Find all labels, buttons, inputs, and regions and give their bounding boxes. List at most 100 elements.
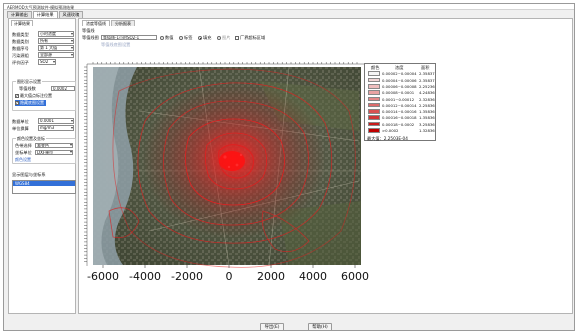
radio-label[interactable]: 标签	[179, 35, 192, 41]
legend-row: 0.00002~0.00004 2.35837	[367, 71, 435, 76]
legend-range: 0.0001~0.00012	[382, 96, 415, 102]
x-tick-label: -2000	[171, 270, 203, 283]
checkbox-box	[235, 36, 239, 40]
legend-row: 0.0001~0.00012 2.32836	[367, 96, 435, 102]
contour-count-input[interactable]: 0.0002	[51, 85, 75, 91]
tab-contour[interactable]: 浓度等值线	[82, 20, 110, 26]
unit-convert-select[interactable]: mg/m3	[38, 125, 74, 131]
boundary-checkbox[interactable]: 厂界超标区域	[235, 35, 265, 41]
export-button[interactable]: 导出(E)	[260, 323, 284, 331]
left-ticks	[84, 66, 87, 262]
layer-listbox[interactable]: WGS84	[12, 180, 76, 194]
legend-range: 0.00002~0.00004	[382, 71, 417, 77]
contour-map[interactable]: -6000 -4000 -2000 0 2000 4000 6000	[79, 61, 379, 311]
contour-settings-group: 图形显示设置 等值线数 0.0002 最大值点标注位置 隐藏底图设置	[12, 79, 76, 111]
legend-swatch	[368, 90, 380, 95]
color-group-title: 颜色设置及坐标	[16, 136, 46, 142]
basemap-settings-link[interactable]: 等值线底图设置	[101, 42, 130, 48]
legend-swatch	[368, 102, 380, 108]
legend-range: 0.00014~0.00016	[382, 109, 417, 115]
legend-area: 2.25236	[419, 83, 435, 89]
label-max-checkbox[interactable]: 最大值点标注位置	[15, 93, 52, 99]
help-button[interactable]: 帮助(H)	[308, 323, 332, 331]
x-tick-label: 6000	[341, 270, 369, 283]
legend-area: 2.35837	[419, 77, 435, 83]
radio-circle	[179, 36, 183, 40]
radio-fill[interactable]: 填充	[198, 35, 211, 41]
source-group-label: 污染源组	[12, 52, 29, 58]
color-settings-link[interactable]: 颜色设置	[15, 157, 31, 163]
data-category-row: 数据类别 所有	[12, 38, 76, 44]
tab-report[interactable]: 分析报表	[111, 20, 135, 26]
legend-range: 0.00018~0.0002	[382, 121, 415, 127]
radio-label-text: 标签	[184, 35, 193, 40]
pollutant-select[interactable]: SO2	[38, 59, 56, 65]
tab-output[interactable]: 计算输出	[7, 11, 32, 18]
data-type-row: 数据类型 小时浓度	[12, 31, 76, 37]
radio-image-text: 图片	[222, 35, 231, 40]
result-tabs: 浓度等值线 分析报表	[82, 20, 136, 26]
boundary-checkbox-text: 厂界超标区域	[240, 35, 266, 40]
subtab-results[interactable]: 计算结果	[11, 20, 33, 26]
layer-list-title: 显示图层与坐标系	[12, 172, 46, 177]
legend-row: 0.00008~0.0001 4.24836	[367, 90, 435, 95]
x-tick-label: 4000	[299, 270, 327, 283]
legend-area: 1.35836	[419, 109, 435, 115]
data-type-select[interactable]: 小时浓度	[38, 31, 74, 37]
coord-unit-select[interactable]: DXF单位	[35, 149, 73, 155]
legend-swatch	[368, 109, 380, 114]
checkbox-box	[15, 100, 19, 106]
data-unit-label: 数据单位	[12, 118, 29, 124]
app-window: AERMOD大气预测软件-模拟预测结果 计算输出 计算结果 风速玫瑰 计算结果 …	[3, 3, 575, 331]
legend-row: 0.00004~0.00006 2.35837	[367, 77, 435, 83]
data-unit-select[interactable]: 0.0001	[38, 118, 74, 124]
x-axis: -6000 -4000 -2000 0 2000 4000 6000	[87, 265, 369, 283]
legend-row: 0.00016~0.00018 1.35836	[367, 115, 435, 120]
top-ticks	[92, 62, 358, 64]
window-title: AERMOD大气预测软件-模拟预测结果	[7, 4, 75, 10]
legend-swatch	[368, 128, 380, 133]
data-category-select[interactable]: 所有	[38, 38, 74, 44]
main-tabs: 计算输出 计算结果 风速玫瑰	[7, 11, 84, 18]
contour-map-canvas[interactable]: -6000 -4000 -2000 0 2000 4000 6000	[79, 61, 379, 311]
radio-circle	[160, 36, 164, 40]
legend-area: 4.24836	[419, 90, 435, 96]
radio-value[interactable]: 数值	[160, 35, 173, 41]
checkbox-box	[15, 93, 19, 99]
settings-panel: 计算结果 数据类型 小时浓度 数据类别 所有 数据序号 第 1 大值 污染源组 …	[8, 18, 76, 314]
unit-convert-row: 单位换算 mg/m3	[12, 125, 76, 131]
legend-row: 0.00018~0.0002 3.25836	[367, 121, 435, 127]
data-category-label: 数据类别	[12, 38, 29, 44]
color-settings-group: 颜色设置及坐标 色带选择 渐变色 坐标单位 DXF单位 颜色设置	[12, 136, 76, 164]
legend-area: 2.35837	[419, 71, 435, 77]
coord-unit-label: 坐标单位	[15, 150, 32, 155]
result-panel: 浓度等值线 分析报表 等值线 等值线图 等值线-1小时SO2-1 数值 标签 填…	[78, 18, 573, 314]
legend-row: >0.0002 1.32836	[367, 128, 435, 133]
legend-swatch	[368, 121, 380, 127]
legend-area: 1.32836	[419, 128, 435, 134]
contour-file-select[interactable]: 等值线-1小时SO2-1	[101, 34, 157, 40]
legend-row: 0.00012~0.00014 2.25836	[367, 102, 435, 108]
hide-basemap-text: 隐藏底图设置	[20, 100, 44, 105]
hide-basemap-checkbox[interactable]: 隐藏底图设置	[15, 100, 46, 106]
tab-results[interactable]: 计算结果	[32, 11, 58, 18]
x-tick-label: 2000	[257, 270, 285, 283]
legend-range: 0.00008~0.0001	[382, 90, 415, 96]
data-rank-select[interactable]: 第 1 大值	[38, 45, 74, 51]
source-group-select[interactable]: 全部源	[38, 52, 74, 58]
legend-max-value: 最大值：2.2503E-04	[367, 136, 408, 141]
x-tick-label: -4000	[129, 270, 161, 283]
radio-circle	[217, 36, 221, 40]
tab-wind-rose[interactable]: 风速玫瑰	[58, 11, 84, 18]
title-bar: AERMOD大气预测软件-模拟预测结果	[4, 4, 574, 10]
layer-list-item[interactable]: WGS84	[13, 181, 75, 186]
contour-group-title: 图形显示设置	[16, 79, 42, 85]
legend-area: 1.35836	[419, 115, 435, 121]
radio-image[interactable]: 图片	[217, 35, 230, 41]
x-tick-label: 0	[226, 270, 233, 283]
legend-range: 0.00006~0.00008	[382, 83, 417, 89]
legend-swatch	[368, 77, 380, 83]
legend-row: 0.00014~0.00016 1.35836	[367, 109, 435, 114]
color-scheme-select[interactable]: 渐变色	[35, 142, 73, 148]
radio-value-text: 数值	[165, 35, 174, 40]
